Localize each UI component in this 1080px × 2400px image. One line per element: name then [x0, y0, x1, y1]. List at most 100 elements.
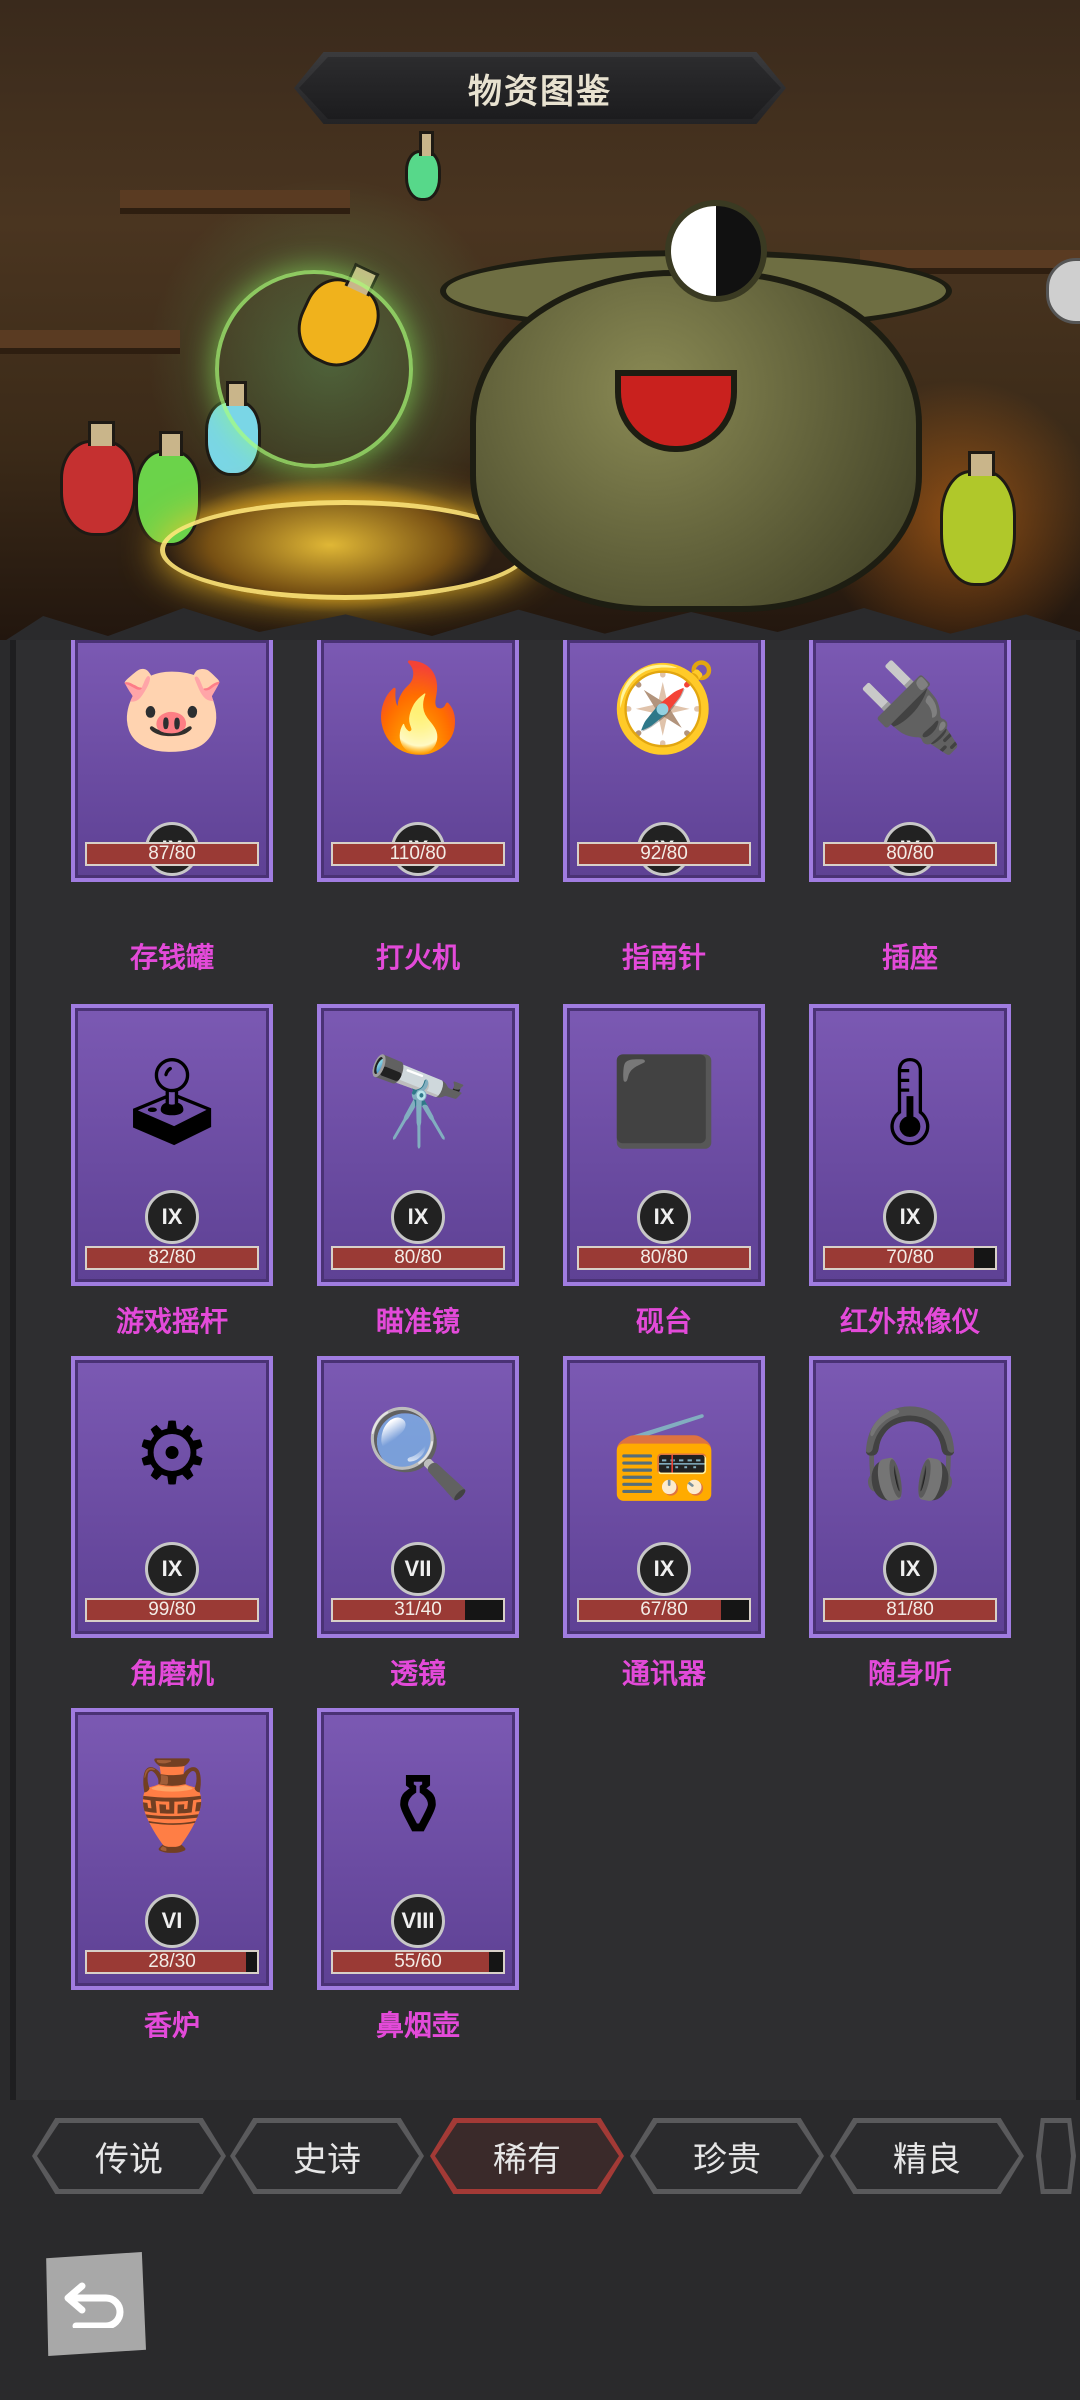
item-card[interactable]: ⬛ IX 80/80 砚台: [508, 1004, 765, 1364]
progress-bar: 70/80: [823, 1246, 997, 1270]
item-name: 指南针: [621, 942, 706, 973]
item-card-frame: 🐷IX87/80: [71, 640, 273, 882]
item-card-frame: ⬛ IX 80/80: [563, 1004, 765, 1286]
progress-bar: 81/80: [823, 1598, 997, 1622]
item-card[interactable]: 🕹 IX 82/80 游戏摇杆: [16, 1004, 273, 1364]
item-card[interactable]: 🧭IX92/80 指南针: [508, 640, 765, 1040]
tier-badge: IX: [391, 1190, 445, 1244]
item-card[interactable]: 🐷IX87/80 存钱罐: [16, 640, 273, 1040]
item-name: 存钱罐: [129, 942, 214, 973]
item-name: 随身听: [867, 1658, 952, 1689]
item-card[interactable]: 🎧 IX 81/80 随身听: [754, 1356, 1011, 1716]
progress-bar: 28/30: [85, 1950, 259, 1974]
compass-icon: 🧭: [610, 660, 718, 756]
item-name: 插座: [881, 942, 938, 973]
item-card-frame: 🔥IX110/80: [317, 640, 519, 882]
item-name: 红外热像仪: [839, 1306, 980, 1337]
glowing-sigil-icon: [160, 500, 530, 600]
power-socket-icon: 🔌: [856, 660, 964, 756]
progress-text: 110/80: [389, 843, 447, 864]
item-card[interactable]: 🔌IX80/80 插座: [754, 640, 1011, 1040]
lens-icon: 🔍: [364, 1406, 472, 1502]
progress-text: 67/80: [640, 1599, 688, 1620]
tier-badge: IX: [883, 1542, 937, 1596]
banner-torn-edge: [0, 608, 1080, 640]
shelf: [0, 330, 180, 354]
progress-text: 55/60: [394, 1951, 442, 1972]
progress-text: 80/80: [394, 1247, 442, 1268]
items-panel[interactable]: 🐷IX87/80存钱罐🔥IX110/80打火机🧭IX92/80指南针🔌IX80/…: [10, 640, 1080, 2100]
item-card-frame: 🔭 IX 80/80: [317, 1004, 519, 1286]
item-card-frame: ⚙ IX 99/80: [71, 1356, 273, 1638]
tab-label: 稀有: [435, 2123, 619, 2189]
item-name: 香炉: [143, 2010, 200, 2041]
tab-rarity[interactable]: 稀有: [430, 2118, 624, 2194]
inkstone-icon: ⬛: [610, 1054, 718, 1150]
tier-badge: IX: [883, 1190, 937, 1244]
progress-text: 28/30: [148, 1951, 196, 1972]
tab-label: 珍贵: [635, 2123, 819, 2189]
item-card-frame: 🔍 VII 31/40: [317, 1356, 519, 1638]
tier-badge: IX: [145, 1190, 199, 1244]
item-name: 通讯器: [621, 1658, 706, 1689]
item-card[interactable]: ⚙ IX 99/80 角磨机: [16, 1356, 273, 1716]
tier-badge: VII: [391, 1542, 445, 1596]
progress-bar: 99/80: [85, 1598, 259, 1622]
thermal-camera-icon: 🌡: [855, 1054, 965, 1150]
progress-text: 31/40: [394, 1599, 442, 1620]
item-card[interactable]: 🏺 VI 28/30 香炉: [16, 1708, 273, 2068]
potion-bottle-icon: [60, 421, 136, 536]
item-card-frame: 🔌IX80/80: [809, 640, 1011, 882]
progress-bar: 80/80: [577, 1246, 751, 1270]
progress-bar: 87/80: [85, 842, 259, 866]
tier-badge: VIII: [391, 1894, 445, 1948]
progress-bar: 67/80: [577, 1598, 751, 1622]
progress-text: 81/80: [886, 1599, 934, 1620]
item-name: 游戏摇杆: [115, 1306, 228, 1337]
tier-badge: IX: [637, 1542, 691, 1596]
tier-badge: IX: [637, 1190, 691, 1244]
piggy-bank-icon: 🐷: [118, 660, 226, 756]
back-button[interactable]: [46, 2252, 146, 2356]
item-card[interactable]: 🔥IX110/80 打火机: [262, 640, 519, 1040]
progress-bar: 80/80: [823, 842, 997, 866]
item-name: 瞄准镜: [375, 1306, 460, 1337]
shelf: [120, 190, 350, 214]
item-name: 透镜: [389, 1658, 446, 1689]
progress-text: 99/80: [148, 1599, 196, 1620]
potion-bottle-icon: [405, 131, 441, 201]
tab-rarity[interactable]: 精良: [830, 2118, 1024, 2194]
tab-rarity[interactable]: 传说: [32, 2118, 226, 2194]
item-card[interactable]: 📻 IX 67/80 通讯器: [508, 1356, 765, 1716]
scope-icon: 🔭: [364, 1054, 472, 1150]
item-name: 角磨机: [129, 1658, 214, 1689]
tab-rarity[interactable]: 史诗: [230, 2118, 424, 2194]
item-card[interactable]: 🔍 VII 31/40 透镜: [262, 1356, 519, 1716]
progress-text: 87/80: [148, 843, 196, 864]
progress-text: 92/80: [640, 843, 688, 864]
tab-rarity-overflow[interactable]: [1036, 2118, 1076, 2194]
magic-circle-icon: [215, 270, 413, 468]
progress-text: 82/80: [148, 1247, 196, 1268]
item-card[interactable]: ⚱ VIII 55/60 鼻烟壶: [262, 1708, 519, 2068]
item-card-frame: 🧭IX92/80: [563, 640, 765, 882]
lighter-icon: 🔥: [364, 660, 472, 756]
progress-bar: 110/80: [331, 842, 505, 866]
back-arrow-icon: [64, 2282, 124, 2328]
tab-label: 精良: [835, 2123, 1019, 2189]
item-card[interactable]: 🔭 IX 80/80 瞄准镜: [262, 1004, 519, 1364]
angle-grinder-icon: ⚙: [133, 1406, 211, 1502]
tier-badge: IX: [145, 1542, 199, 1596]
snuff-bottle-icon: ⚱: [381, 1758, 455, 1854]
tab-label: 史诗: [235, 2123, 419, 2189]
page-title: 物资图鉴: [468, 72, 612, 111]
tab-rarity[interactable]: 珍贵: [630, 2118, 824, 2194]
progress-bar: 80/80: [331, 1246, 505, 1270]
item-card[interactable]: 🌡 IX 70/80 红外热像仪: [754, 1004, 1011, 1364]
item-name: 砚台: [635, 1306, 692, 1337]
item-name: 鼻烟壶: [375, 2010, 460, 2041]
incense-burner-icon: 🏺: [118, 1758, 226, 1854]
item-card-frame: 🕹 IX 82/80: [71, 1004, 273, 1286]
item-card-frame: 🌡 IX 70/80: [809, 1004, 1011, 1286]
item-card-frame: ⚱ VIII 55/60: [317, 1708, 519, 1990]
